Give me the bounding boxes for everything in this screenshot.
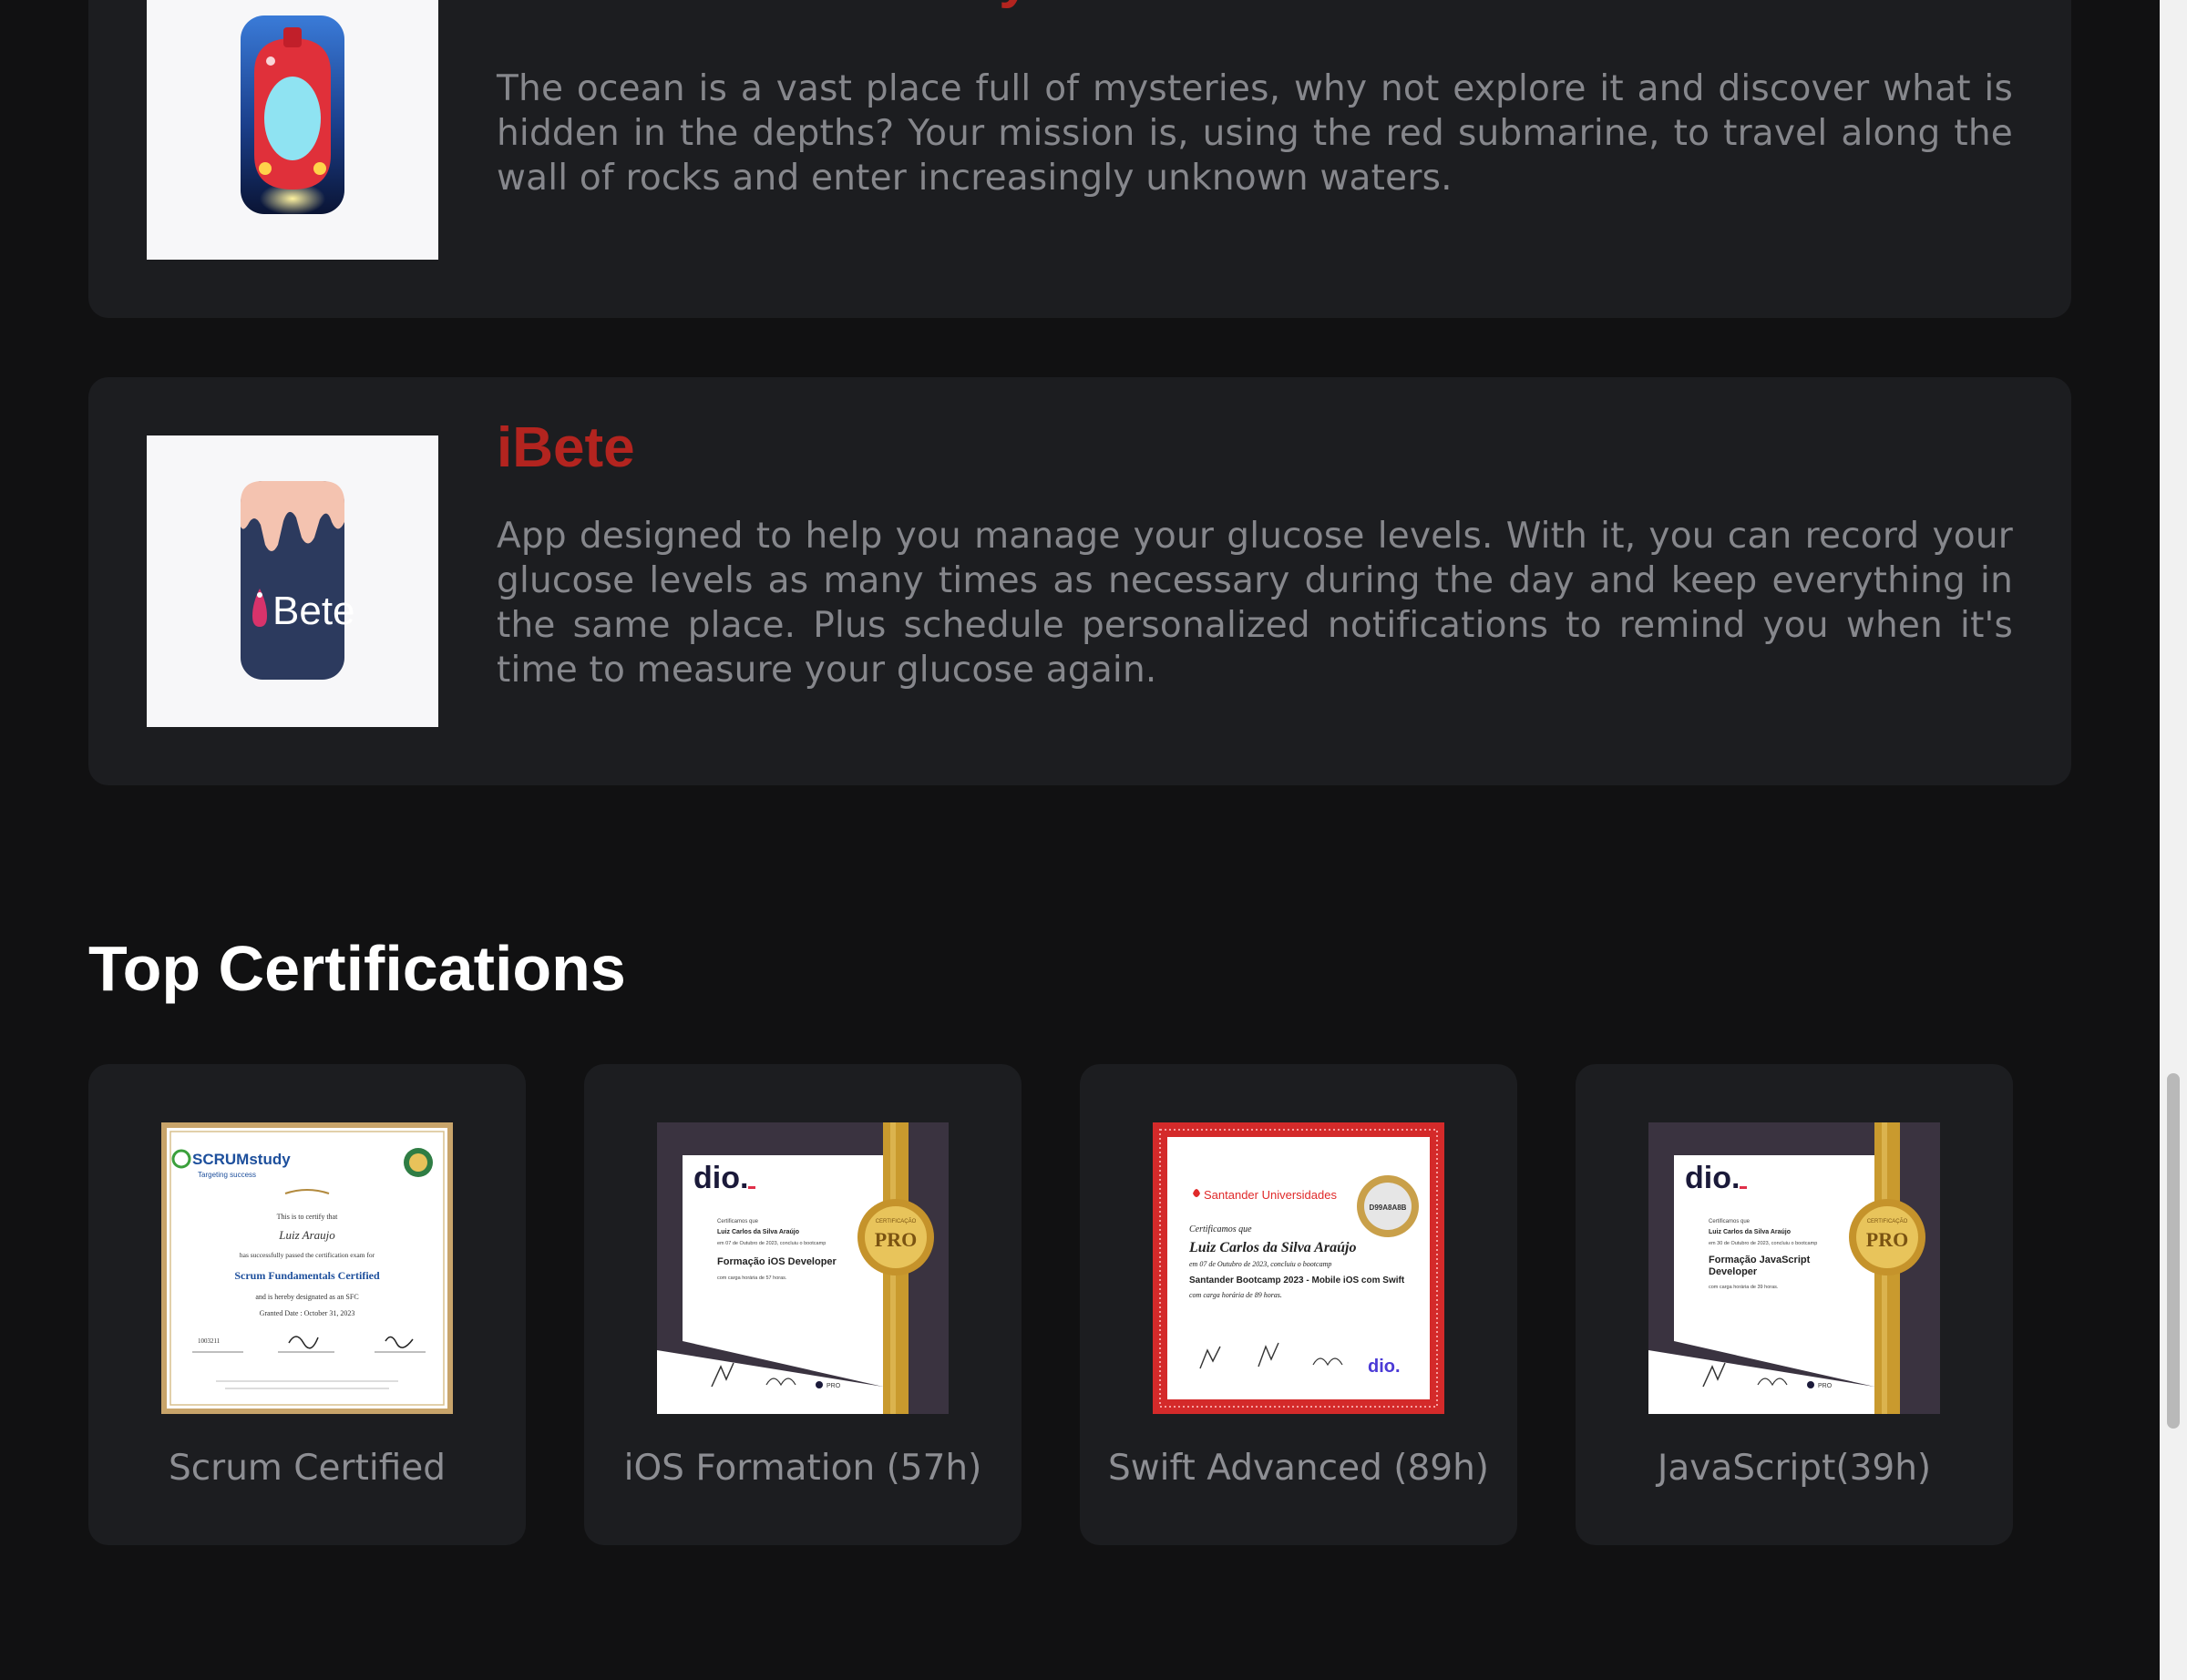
- cert-label: Swift Advanced (89h): [1107, 1448, 1490, 1489]
- cert-course: Formação iOS Developer: [717, 1256, 837, 1267]
- cert-line: com carga horária de 89 horas.: [1189, 1291, 1282, 1299]
- cert-seal-ring: CERTIFICAÇÃO: [1867, 1218, 1908, 1224]
- cert-label: Scrum Certified: [168, 1448, 447, 1489]
- cert-footer: PRO: [1818, 1383, 1833, 1389]
- project-description: App designed to help you manage your glu…: [497, 516, 2013, 691]
- cert-line: com carga horária de 57 horas.: [717, 1275, 787, 1281]
- cert-line: Certificamos que: [717, 1219, 759, 1224]
- santander-certificate-image: Santander Universidades D99A8A8B Certifi…: [1153, 1122, 1444, 1414]
- project-title[interactable]: Ultramarine: Infinity Dive: [497, 0, 1165, 11]
- cert-label: JavaScript(39h): [1657, 1448, 1932, 1489]
- cert-footer: PRO: [827, 1383, 841, 1389]
- project-card-ibete[interactable]: Bete iBete App designed to help you mana…: [88, 377, 2071, 785]
- cert-seal: PRO: [1866, 1228, 1908, 1251]
- ibete-app-icon: Bete: [241, 481, 355, 680]
- dio-javascript-certificate-image: dio. Certificamos que Luiz Carlos da Sil…: [1648, 1122, 1940, 1414]
- cert-footer: dio.: [1368, 1357, 1401, 1377]
- cert-seal-code: D99A8A8B: [1370, 1204, 1407, 1212]
- ibete-icon-text: Bete: [272, 589, 355, 633]
- cert-line: and is hereby designated as an SFC: [255, 1293, 358, 1301]
- cert-line: This is to certify that: [277, 1213, 338, 1221]
- section-title-certifications: Top Certifications: [88, 933, 626, 1004]
- cert-name: Luiz Araujo: [278, 1228, 335, 1242]
- cert-card-ios-formation[interactable]: dio. Certificamos que Luiz Carlos da Sil…: [584, 1064, 1022, 1545]
- dio-ios-certificate-image: dio. Certificamos que Luiz Carlos da Sil…: [657, 1122, 949, 1414]
- certificate-image[interactable]: dio. Certificamos que Luiz Carlos da Sil…: [1648, 1122, 1940, 1414]
- certificate-image[interactable]: SCRUMstudy Targeting success This is to …: [161, 1122, 453, 1414]
- red-submarine-app-icon: [241, 15, 344, 215]
- cert-brand: SCRUMstudy: [192, 1151, 291, 1168]
- project-description: The ocean is a vast place full of myster…: [497, 68, 2013, 199]
- cert-line: Certificamos que: [1189, 1224, 1252, 1234]
- project-title[interactable]: iBete: [497, 415, 635, 481]
- project-card-ultramarine[interactable]: Ultramarine: Infinity Dive The ocean is …: [88, 0, 2071, 318]
- cert-card-scrum[interactable]: SCRUMstudy Targeting success This is to …: [88, 1064, 526, 1545]
- cert-seal-ring: CERTIFICAÇÃO: [876, 1218, 917, 1224]
- cert-course: Formação JavaScript: [1709, 1255, 1811, 1265]
- cert-number: 1003211: [198, 1337, 221, 1345]
- cert-course: Developer: [1709, 1266, 1758, 1277]
- certificate-image[interactable]: Santander Universidades D99A8A8B Certifi…: [1153, 1122, 1444, 1414]
- cert-brand: dio.: [693, 1161, 748, 1195]
- page: Ultramarine: Infinity Dive The ocean is …: [0, 0, 2160, 1680]
- certificate-image[interactable]: dio. Certificamos que Luiz Carlos da Sil…: [657, 1122, 949, 1414]
- cert-name: Luiz Carlos da Silva Araújo: [717, 1229, 799, 1235]
- cert-line: em 30 de Outubro de 2023, concluiu o boo…: [1709, 1241, 1817, 1246]
- cert-line: com carga horária de 39 horas.: [1709, 1285, 1779, 1290]
- cert-label: iOS Formation (57h): [623, 1448, 982, 1489]
- cert-line: has successfully passed the certificatio…: [240, 1251, 375, 1259]
- cert-line: Certificamos que: [1709, 1219, 1751, 1224]
- cert-line: em 07 de Outubro de 2023, concluiu o boo…: [717, 1241, 826, 1246]
- scrollbar-thumb[interactable]: [2167, 1073, 2180, 1429]
- project-thumbnail: [147, 0, 438, 260]
- cert-course: Santander Bootcamp 2023 - Mobile iOS com…: [1189, 1275, 1405, 1286]
- cert-brand: dio.: [1685, 1161, 1740, 1195]
- cert-line: em 07 de Outubro de 2023, concluiu o boo…: [1189, 1260, 1331, 1268]
- cert-name: Luiz Carlos da Silva Araújo: [1709, 1229, 1791, 1235]
- cert-brand: Santander Universidades: [1204, 1188, 1337, 1202]
- cert-tagline: Targeting success: [198, 1171, 256, 1179]
- cert-seal: PRO: [875, 1228, 917, 1251]
- cert-date: Granted Date : October 31, 2023: [260, 1309, 355, 1317]
- cert-card-javascript[interactable]: dio. Certificamos que Luiz Carlos da Sil…: [1576, 1064, 2013, 1545]
- cert-course: Scrum Fundamentals Certified: [234, 1269, 380, 1282]
- scrum-certificate-image: SCRUMstudy Targeting success This is to …: [161, 1122, 453, 1414]
- cert-name: Luiz Carlos da Silva Araújo: [1188, 1240, 1356, 1255]
- cert-card-swift-advanced[interactable]: Santander Universidades D99A8A8B Certifi…: [1080, 1064, 1517, 1545]
- project-thumbnail: Bete: [147, 435, 438, 727]
